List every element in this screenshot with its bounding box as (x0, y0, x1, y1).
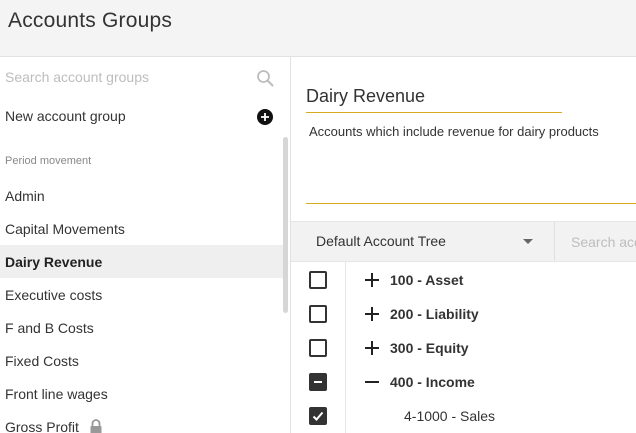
sidebar-item-executive-costs[interactable]: Executive costs (0, 278, 283, 311)
checkbox[interactable] (309, 339, 327, 357)
group-name-value: Dairy Revenue (306, 86, 426, 106)
plus-icon[interactable] (364, 272, 380, 288)
toolbar-divider (554, 222, 555, 261)
sidebar-item-admin[interactable]: Admin (0, 179, 283, 212)
plus-icon[interactable] (364, 306, 380, 322)
tree-row-label: 200 - Liability (390, 306, 479, 322)
description-underline (306, 203, 636, 204)
new-account-group-button[interactable]: New account group (0, 98, 290, 134)
sidebar-item-label: F and B Costs (5, 320, 94, 336)
account-tree-select-value: Default Account Tree (316, 233, 446, 249)
section-label: Period movement (5, 155, 92, 167)
sidebar: New account group Period movement Admin … (0, 57, 291, 433)
tree-row-label: 4-1000 - Sales (404, 408, 496, 424)
sidebar-item-label: Gross Profit (5, 419, 79, 433)
plus-icon[interactable] (364, 340, 380, 356)
new-account-group-label: New account group (5, 108, 126, 124)
sidebar-item-f-and-b-costs[interactable]: F and B Costs (0, 311, 283, 344)
checkbox-checked[interactable] (309, 407, 327, 425)
account-search-input[interactable] (571, 232, 636, 252)
sidebar-item-front-line-wages[interactable]: Front line wages (0, 377, 283, 410)
tree-row-liability[interactable]: 200 - Liability (291, 297, 636, 331)
add-circle-icon[interactable] (257, 109, 273, 125)
sidebar-item-gross-profit[interactable]: Gross Profit (0, 410, 283, 433)
sidebar-scrollbar[interactable] (283, 137, 288, 313)
page-header: Accounts Groups (0, 0, 636, 57)
tree-row-label: 400 - Income (390, 374, 475, 390)
group-name-field[interactable]: Dairy Revenue (306, 86, 562, 113)
checkmark-icon (312, 411, 324, 421)
tree-row-label: 300 - Equity (390, 340, 469, 356)
minus-icon[interactable] (364, 374, 380, 390)
checkbox-indeterminate[interactable] (309, 373, 327, 391)
sidebar-item-label: Capital Movements (5, 221, 125, 237)
search-input[interactable] (5, 66, 245, 88)
sidebar-item-capital-movements[interactable]: Capital Movements (0, 212, 283, 245)
search-icon[interactable] (256, 69, 274, 87)
tree-row-equity[interactable]: 300 - Equity (291, 331, 636, 365)
sidebar-item-label: Dairy Revenue (5, 254, 103, 270)
tree-row-asset[interactable]: 100 - Asset (291, 263, 636, 297)
tree-row-label: 100 - Asset (390, 272, 464, 288)
search-bar (0, 57, 290, 98)
account-tree-select[interactable]: Default Account Tree (291, 222, 554, 261)
tree-toolbar: Default Account Tree (291, 221, 636, 262)
tree-row-income[interactable]: 400 - Income (291, 365, 636, 399)
sidebar-item-label: Fixed Costs (5, 353, 79, 369)
checkbox[interactable] (309, 305, 327, 323)
checkbox[interactable] (309, 271, 327, 289)
sidebar-item-fixed-costs[interactable]: Fixed Costs (0, 344, 283, 377)
page-title: Accounts Groups (8, 9, 173, 32)
group-description-field[interactable]: Accounts which include revenue for dairy… (309, 124, 634, 139)
chevron-down-icon (523, 239, 533, 244)
sidebar-item-dairy-revenue[interactable]: Dairy Revenue (0, 245, 283, 278)
sidebar-item-label: Admin (5, 188, 45, 204)
lock-icon (90, 419, 102, 433)
sidebar-item-label: Front line wages (5, 386, 108, 402)
group-detail-panel: Dairy Revenue Accounts which include rev… (291, 57, 636, 433)
tree-row-sales[interactable]: 4-1000 - Sales (291, 399, 636, 433)
sidebar-item-label: Executive costs (5, 287, 103, 303)
